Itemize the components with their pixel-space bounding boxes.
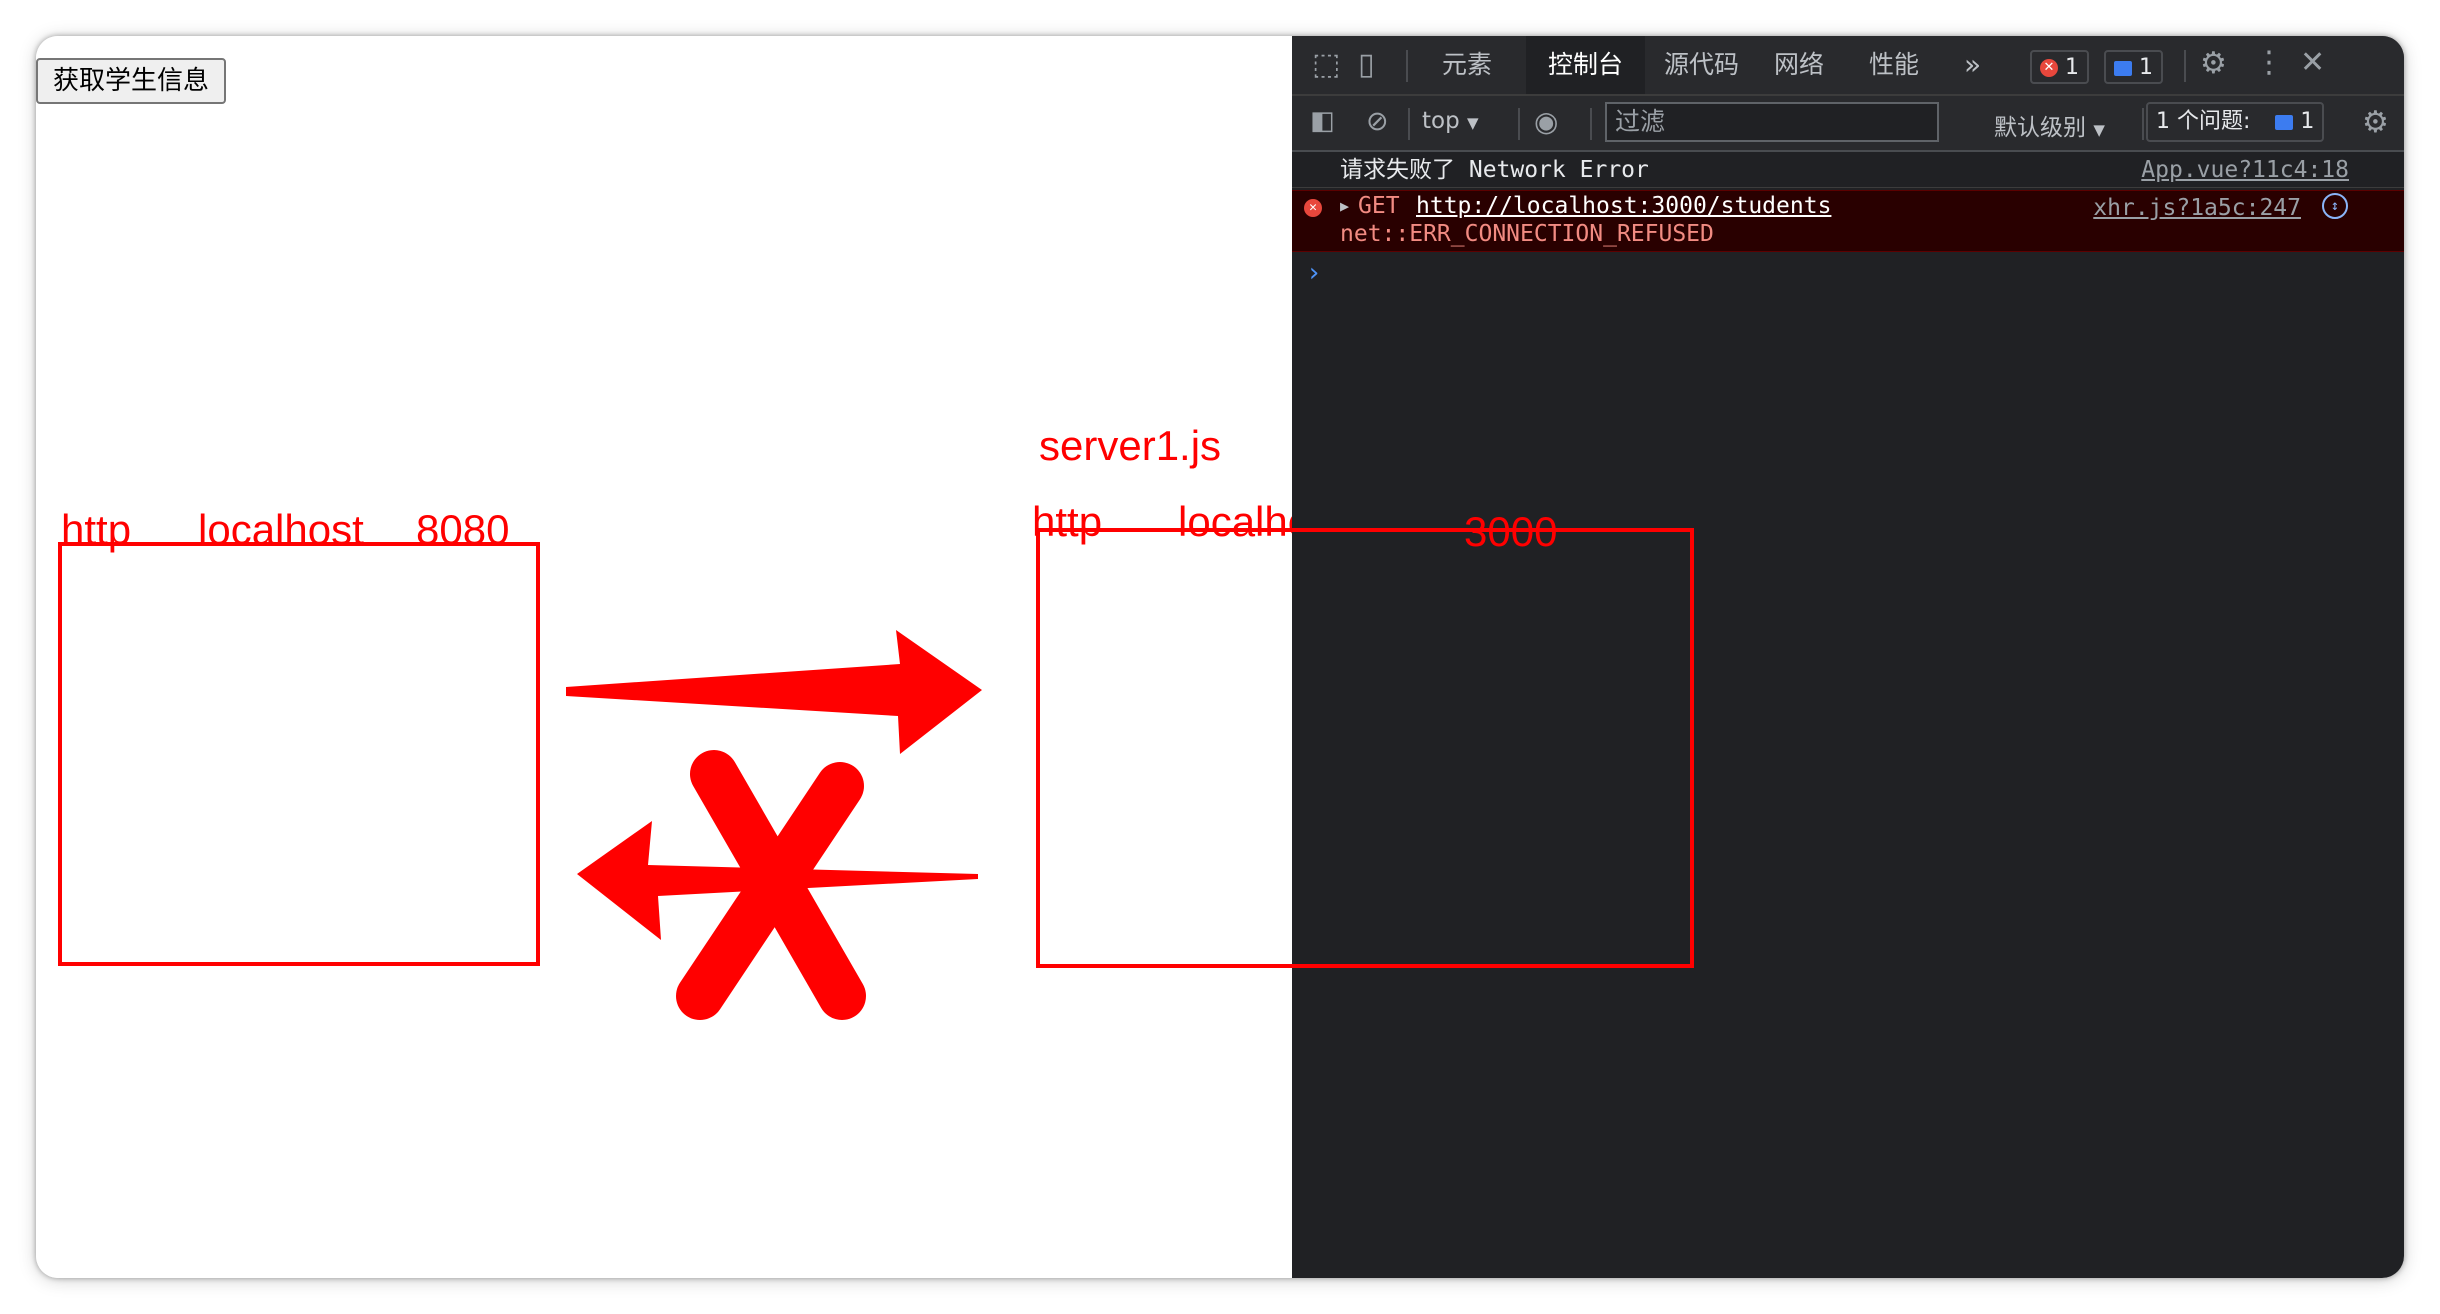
tab-network[interactable]: 网络 xyxy=(1752,36,1846,94)
issues-button[interactable]: 1 个问题: 1 xyxy=(2146,102,2325,142)
tab-performance[interactable]: 性能 xyxy=(1847,36,1941,94)
console-log-row: 请求失败了 Network Error App.vue?11c4:18 xyxy=(1292,152,2404,188)
issues-count: 1 xyxy=(2300,109,2315,134)
issues-label: 1 个问题: xyxy=(2156,109,2251,134)
error-counter[interactable]: ✕ 1 xyxy=(2030,50,2089,84)
log-level-dropdown[interactable]: 默认级别 ▼ xyxy=(1994,108,2105,142)
issue-message-icon xyxy=(2275,114,2294,130)
console-toolbar: ◧ ⊘ top ▼ ◉ 过滤 默认级别 ▼ 1 个问题: 1 ⚙ xyxy=(1292,96,2404,152)
error-icon: ✕ xyxy=(1304,199,1322,217)
console-prompt-icon[interactable]: › xyxy=(1306,258,1322,288)
server-box xyxy=(1036,528,1694,968)
expand-triangle-icon[interactable]: ▶ xyxy=(1340,197,1349,215)
message-counter[interactable]: 1 xyxy=(2104,50,2163,84)
log-level-label: 默认级别 xyxy=(1994,115,2086,141)
devtools-tab-bar: ⬚ ▯ 元素 控制台 源代码 网络 性能 » ✕ 1 1 ⚙ ⋮ ✕ xyxy=(1292,36,2404,96)
console-settings-gear-icon[interactable]: ⚙ xyxy=(2362,108,2389,138)
inspect-element-icon[interactable]: ⬚ xyxy=(1312,50,1340,80)
error-source-link[interactable]: xhr.js?1a5c:247 xyxy=(2093,195,2301,221)
more-tabs-icon[interactable]: » xyxy=(1942,36,2003,94)
more-options-icon[interactable]: ⋮ xyxy=(2254,48,2284,78)
context-selector[interactable]: top ▼ xyxy=(1422,108,1479,134)
toolbar-divider xyxy=(1408,108,1410,140)
tab-sources[interactable]: 源代码 xyxy=(1642,36,1761,94)
error-count: 1 xyxy=(2065,55,2079,80)
log-message-text: 请求失败了 Network Error xyxy=(1340,157,1649,183)
console-filter-input[interactable]: 过滤 xyxy=(1605,102,1939,142)
error-detail-text: net::ERR_CONNECTION_REFUSED xyxy=(1340,221,1714,247)
toolbar-divider xyxy=(1518,108,1520,140)
toolbar-divider xyxy=(2184,50,2186,82)
sidebar-toggle-icon[interactable]: ◧ xyxy=(1310,108,1335,134)
clear-console-icon[interactable]: ⊘ xyxy=(1366,108,1389,135)
chevron-down-icon: ▼ xyxy=(1467,114,1479,132)
context-label: top xyxy=(1422,108,1460,134)
message-count: 1 xyxy=(2139,55,2153,80)
live-expression-eye-icon[interactable]: ◉ xyxy=(1534,108,1558,136)
toolbar-divider xyxy=(1590,108,1592,140)
device-toolbar-icon[interactable]: ▯ xyxy=(1358,50,1375,80)
message-icon xyxy=(2114,60,2132,76)
browser-window: 获取学生信息 http localhost 8080 server1.js ht… xyxy=(36,36,2404,1278)
request-arrow xyxy=(566,630,982,754)
error-method: GET xyxy=(1358,193,1400,219)
network-request-icon[interactable]: ↕ xyxy=(2322,193,2348,219)
log-source-link[interactable]: App.vue?11c4:18 xyxy=(2141,152,2349,188)
toolbar-divider xyxy=(2142,108,2144,140)
error-icon: ✕ xyxy=(2040,59,2058,77)
toolbar-divider xyxy=(1406,50,1408,82)
console-error-row: ✕ ▶ GET http://localhost:3000/students n… xyxy=(1292,190,2404,252)
chevron-down-icon: ▼ xyxy=(2093,121,2105,139)
error-url-link[interactable]: http://localhost:3000/students xyxy=(1416,193,1831,219)
settings-gear-icon[interactable]: ⚙ xyxy=(2200,49,2227,79)
tab-elements[interactable]: 元素 xyxy=(1420,36,1514,94)
tab-console[interactable]: 控制台 xyxy=(1526,36,1646,94)
close-devtools-icon[interactable]: ✕ xyxy=(2300,48,2325,78)
